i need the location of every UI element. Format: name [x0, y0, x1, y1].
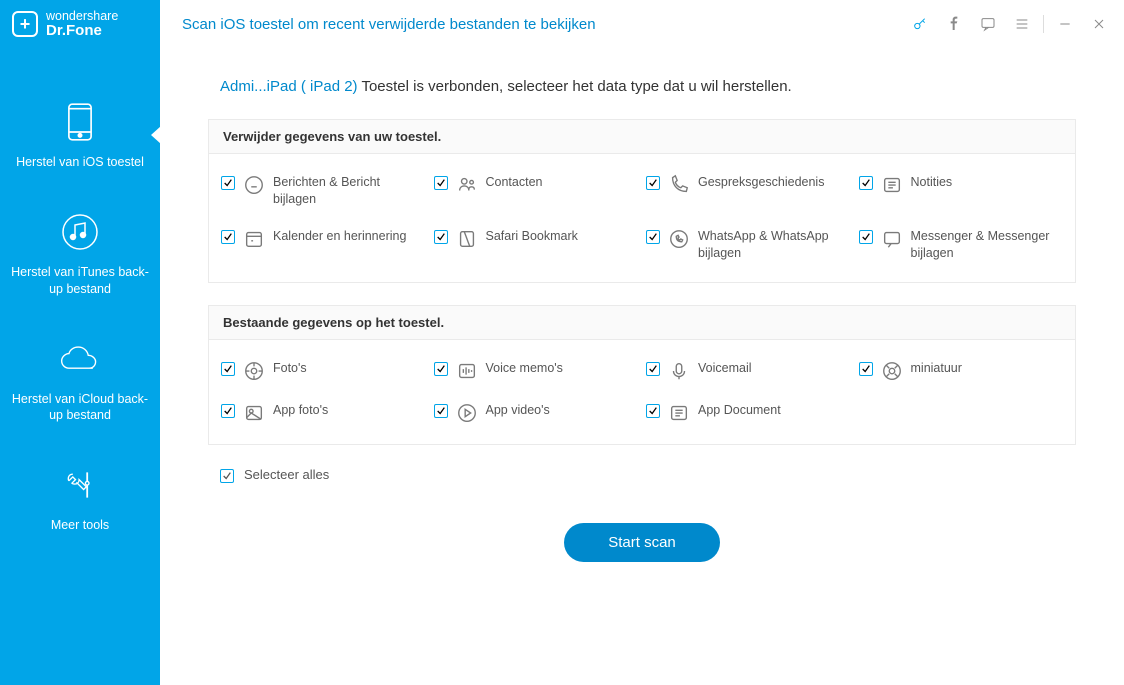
checkbox-appvideo[interactable]: [434, 404, 448, 418]
item-label: Safari Bookmark: [486, 228, 578, 245]
checkbox-appdoc[interactable]: [646, 404, 660, 418]
panel-header: Bestaande gegevens op het toestel.: [209, 306, 1075, 340]
sidebar-item-itunes[interactable]: Herstel van iTunes back-up bestand: [0, 198, 160, 325]
panel-header: Verwijder gegevens van uw toestel.: [209, 120, 1075, 154]
voicemail-icon: [668, 360, 690, 382]
checkbox-voicememo[interactable]: [434, 362, 448, 376]
sidebar-item-label: Meer tools: [51, 517, 109, 533]
checkbox-photos[interactable]: [221, 362, 235, 376]
photos-icon: [243, 360, 265, 382]
sidebar: Herstel van iOS toestel Herstel van iTun…: [0, 48, 160, 685]
panel-deleted: Verwijder gegevens van uw toestel. Beric…: [208, 119, 1076, 283]
minimize-button[interactable]: [1048, 8, 1082, 40]
item-label: App video's: [486, 402, 550, 419]
logo: + wondershare Dr.Fone: [0, 0, 160, 48]
appvideo-icon: [456, 402, 478, 424]
thumbnail-icon: [881, 360, 903, 382]
item-label: Voice memo's: [486, 360, 563, 377]
appphoto-icon: [243, 402, 265, 424]
device-message: Toestel is verbonden, selecteer het data…: [358, 78, 792, 95]
feedback-icon[interactable]: [971, 8, 1005, 40]
messenger-icon: [881, 228, 903, 250]
contacts-icon: [456, 174, 478, 196]
key-icon[interactable]: [903, 8, 937, 40]
title-controls: [903, 8, 1124, 40]
itunes-icon: [58, 210, 102, 254]
bookmark-icon: [456, 228, 478, 250]
item-label: Messenger & Messenger bijlagen: [911, 228, 1064, 262]
checkbox-select-all[interactable]: [220, 469, 234, 483]
logo-plus-icon: +: [12, 11, 38, 37]
item-label: Notities: [911, 174, 953, 191]
checkbox-safari[interactable]: [434, 230, 448, 244]
sidebar-item-label: Herstel van iCloud back-up bestand: [8, 391, 152, 424]
checkbox-messages[interactable]: [221, 176, 235, 190]
checkbox-notes[interactable]: [859, 176, 873, 190]
checkbox-contacts[interactable]: [434, 176, 448, 190]
message-icon: [243, 174, 265, 196]
notes-icon: [881, 174, 903, 196]
item-label: Kalender en herinnering: [273, 228, 406, 245]
phone-icon: [58, 100, 102, 144]
sidebar-item-label: Herstel van iTunes back-up bestand: [8, 264, 152, 297]
sidebar-item-icloud[interactable]: Herstel van iCloud back-up bestand: [0, 325, 160, 452]
checkbox-thumb[interactable]: [859, 362, 873, 376]
device-name: Admi...iPad ( iPad 2): [220, 78, 358, 95]
voicememo-icon: [456, 360, 478, 382]
whatsapp-icon: [668, 228, 690, 250]
device-status: Admi...iPad ( iPad 2) Toestel is verbond…: [220, 78, 1076, 95]
phone-call-icon: [668, 174, 690, 196]
item-label: Berichten & Bericht bijlagen: [273, 174, 426, 208]
start-scan-button[interactable]: Start scan: [564, 523, 720, 562]
sidebar-item-label: Herstel van iOS toestel: [16, 154, 144, 170]
checkbox-appphoto[interactable]: [221, 404, 235, 418]
select-all[interactable]: Selecteer alles: [220, 467, 1076, 483]
calendar-icon: [243, 228, 265, 250]
menu-icon[interactable]: [1005, 8, 1039, 40]
facebook-icon[interactable]: [937, 8, 971, 40]
title-bar: + wondershare Dr.Fone Scan iOS toestel o…: [0, 0, 1124, 48]
checkbox-whatsapp[interactable]: [646, 230, 660, 244]
item-label: App Document: [698, 402, 781, 419]
cloud-icon: [58, 337, 102, 381]
select-all-label: Selecteer alles: [244, 467, 329, 482]
sidebar-item-tools[interactable]: Meer tools: [0, 451, 160, 561]
close-button[interactable]: [1082, 8, 1116, 40]
appdoc-icon: [668, 402, 690, 424]
item-label: Contacten: [486, 174, 543, 191]
item-label: Gespreksgeschiedenis: [698, 174, 824, 191]
item-label: miniatuur: [911, 360, 962, 377]
panel-existing: Bestaande gegevens op het toestel. Foto'…: [208, 305, 1076, 445]
item-label: WhatsApp & WhatsApp bijlagen: [698, 228, 851, 262]
checkbox-voicemail[interactable]: [646, 362, 660, 376]
item-label: App foto's: [273, 402, 328, 419]
checkbox-callhistory[interactable]: [646, 176, 660, 190]
content-area: Admi...iPad ( iPad 2) Toestel is verbond…: [160, 48, 1124, 685]
checkbox-messenger[interactable]: [859, 230, 873, 244]
item-label: Voicemail: [698, 360, 752, 377]
tools-icon: [58, 463, 102, 507]
checkbox-calendar[interactable]: [221, 230, 235, 244]
sidebar-item-ios[interactable]: Herstel van iOS toestel: [0, 88, 160, 198]
brand-name: Dr.Fone: [46, 23, 118, 39]
window-title: Scan iOS toestel om recent verwijderde b…: [160, 16, 903, 33]
brand-top: wondershare: [46, 10, 118, 23]
item-label: Foto's: [273, 360, 307, 377]
